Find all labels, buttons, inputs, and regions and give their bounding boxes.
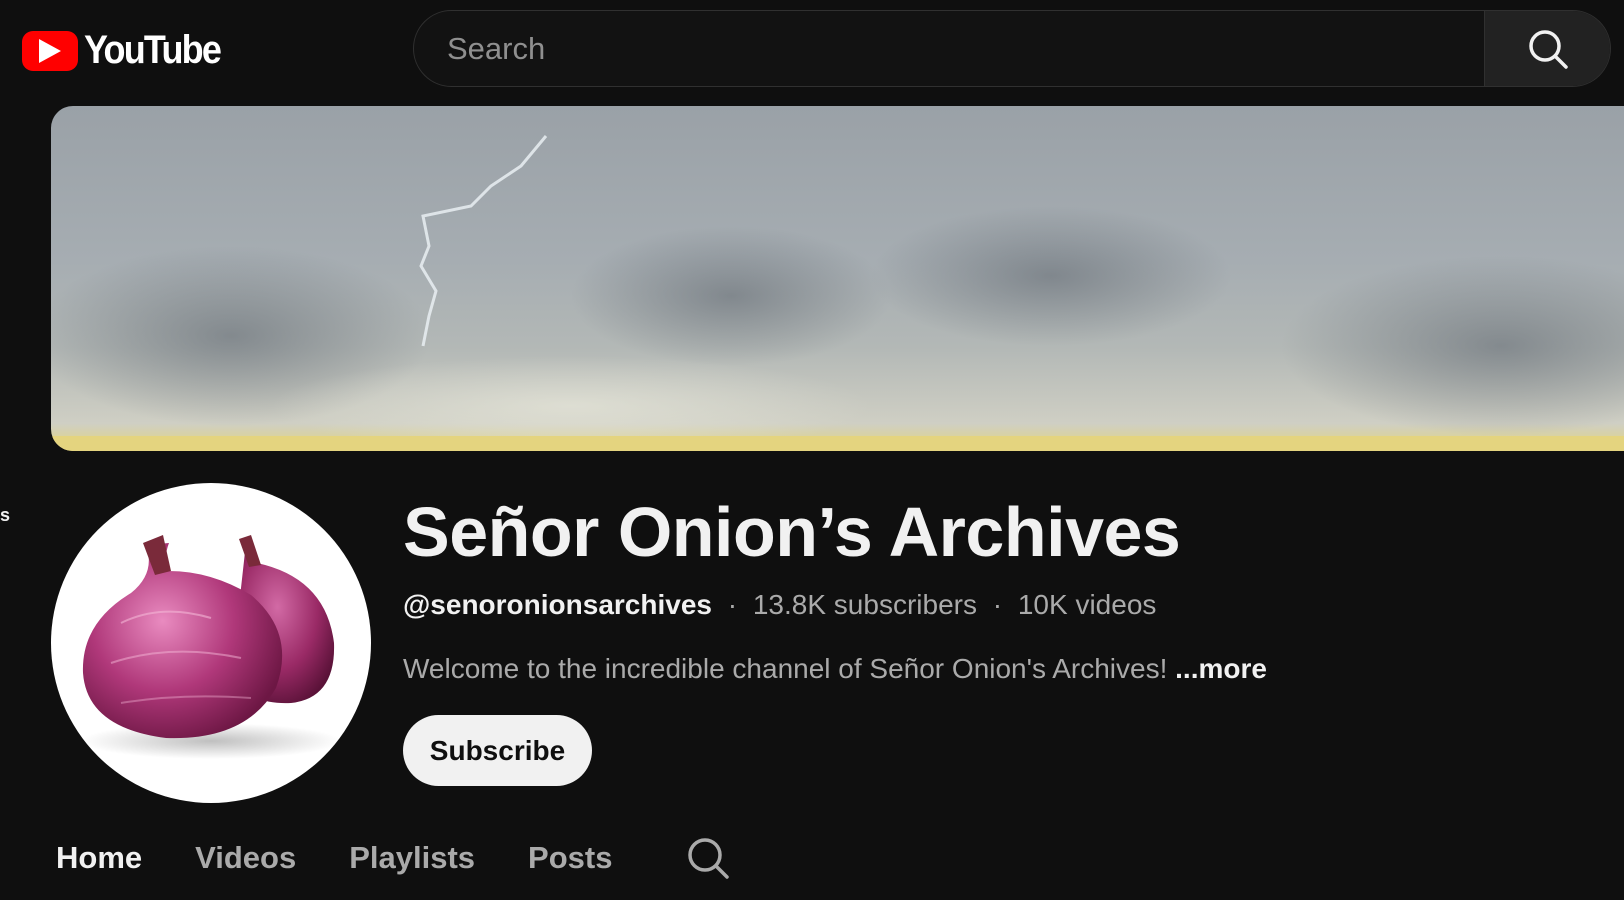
onion-image bbox=[81, 535, 341, 759]
channel-banner bbox=[51, 106, 1624, 451]
description-text: Welcome to the incredible channel of Señ… bbox=[403, 653, 1168, 684]
tab-videos[interactable]: Videos bbox=[195, 840, 296, 876]
channel-handle: @senoronionsarchives bbox=[403, 589, 712, 620]
youtube-channel-page: YouTube Search s Señor Onion’s Archives … bbox=[0, 0, 1624, 900]
sidebar-edge-text: s bbox=[0, 505, 11, 525]
subscribe-button[interactable]: Subscribe bbox=[403, 715, 592, 786]
tab-home[interactable]: Home bbox=[56, 840, 142, 876]
channel-name: Señor Onion’s Archives bbox=[403, 493, 1181, 571]
search-button[interactable] bbox=[1484, 11, 1610, 86]
play-icon bbox=[22, 30, 78, 71]
tab-search-button[interactable] bbox=[686, 836, 730, 880]
youtube-logo[interactable]: YouTube bbox=[22, 28, 235, 73]
search-input[interactable] bbox=[414, 11, 1484, 86]
logo-wordmark: YouTube bbox=[84, 28, 222, 72]
channel-tabs: Home Videos Playlists Posts bbox=[56, 836, 730, 880]
tab-posts[interactable]: Posts bbox=[528, 840, 612, 876]
meta-separator: · bbox=[992, 589, 1003, 620]
banner-storm-image bbox=[51, 135, 1624, 451]
subscriber-count: 13.8K subscribers bbox=[752, 589, 977, 620]
search-icon bbox=[1528, 29, 1568, 69]
search-bar bbox=[413, 10, 1611, 87]
search-icon bbox=[688, 838, 730, 879]
tab-playlists[interactable]: Playlists bbox=[349, 840, 475, 876]
more-link[interactable]: ...more bbox=[1175, 653, 1267, 684]
meta-separator: · bbox=[727, 589, 738, 620]
channel-avatar[interactable] bbox=[51, 483, 371, 803]
channel-description[interactable]: Welcome to the incredible channel of Señ… bbox=[403, 653, 1267, 685]
channel-meta: @senoronionsarchives · 13.8K subscribers… bbox=[403, 589, 1156, 621]
video-count: 10K videos bbox=[1017, 589, 1157, 620]
